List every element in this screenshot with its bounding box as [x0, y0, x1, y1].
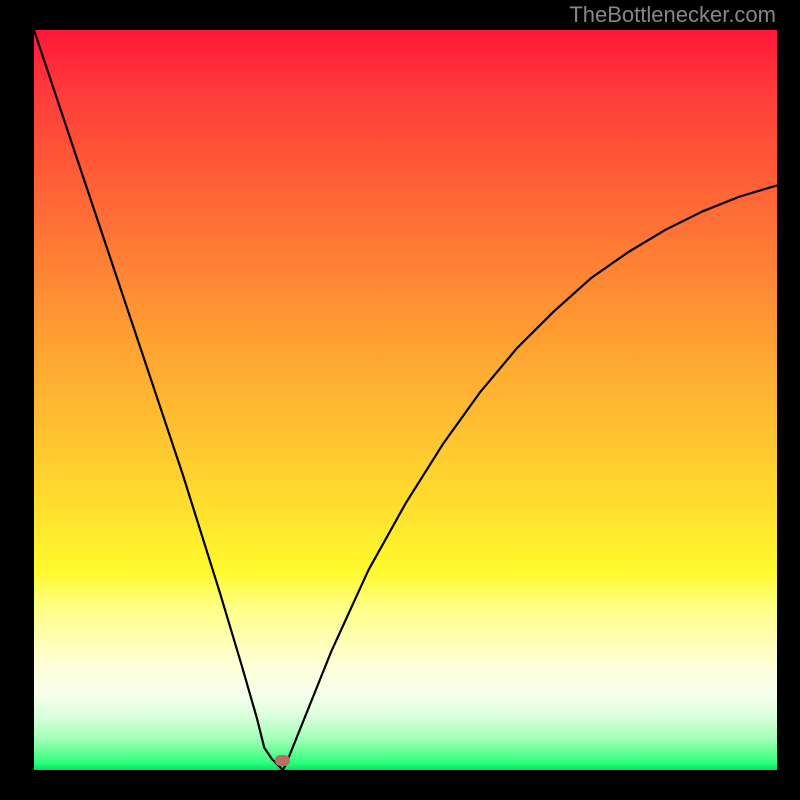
chart-frame: TheBottlenecker.com — [0, 0, 800, 800]
minimum-marker — [275, 755, 290, 766]
watermark-text: TheBottlenecker.com — [569, 2, 776, 28]
plot-area — [34, 30, 777, 770]
curve-path — [34, 30, 777, 770]
bottleneck-curve — [34, 30, 777, 770]
